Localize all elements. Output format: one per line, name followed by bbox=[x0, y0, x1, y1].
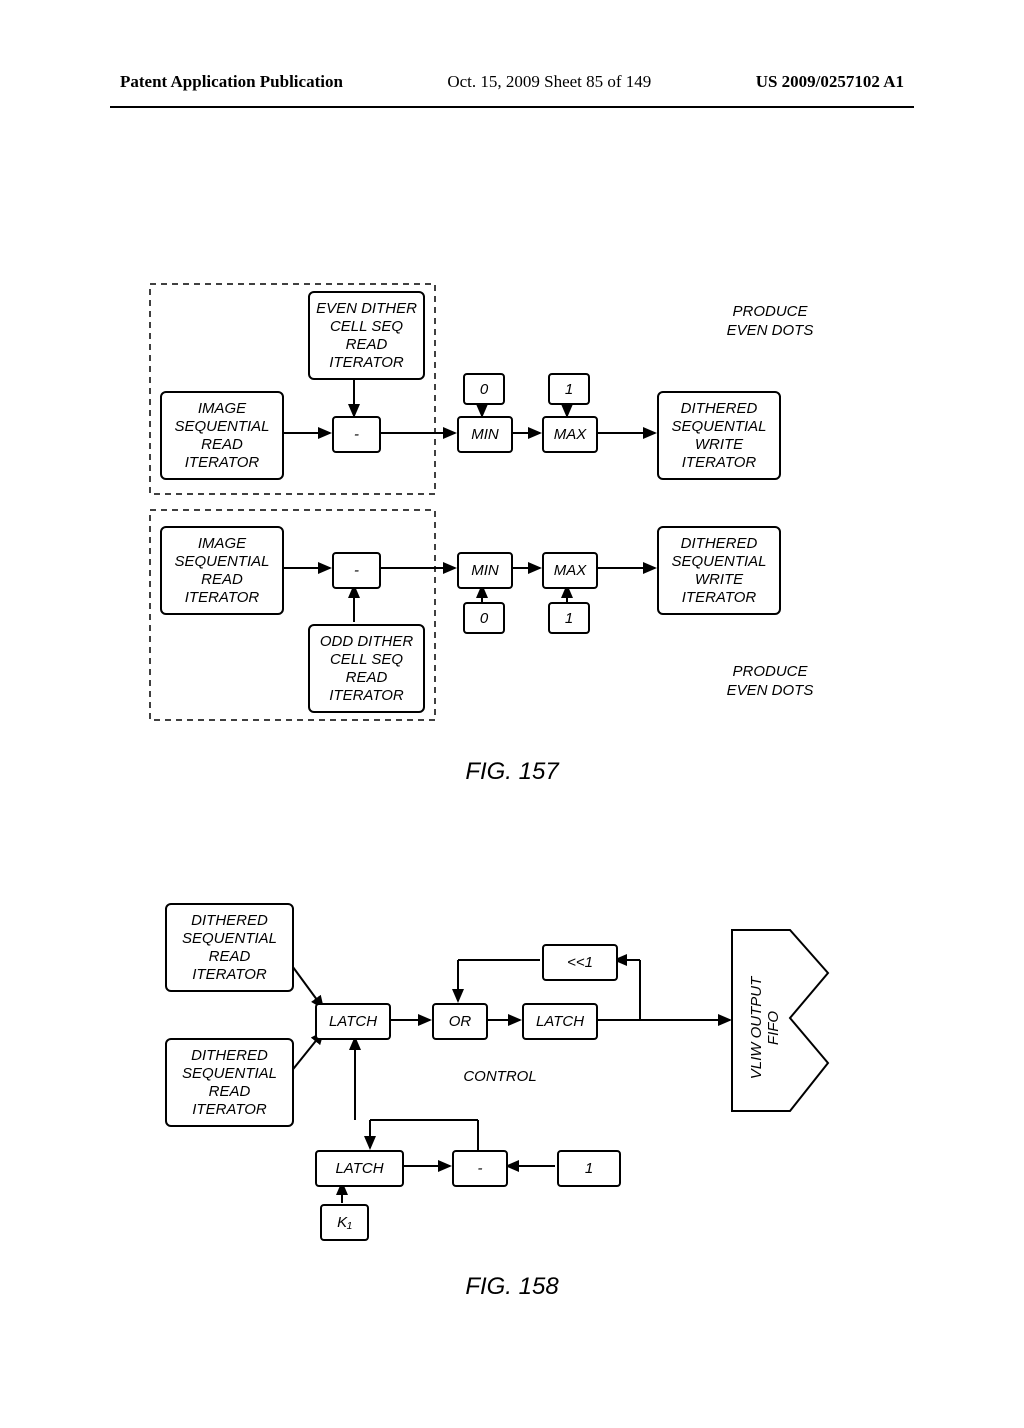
box-latch-2: LATCH bbox=[522, 1003, 598, 1040]
box-one-bot: 1 bbox=[548, 602, 590, 634]
box-image-iterator-bot: IMAGESEQUENTIALREADITERATOR bbox=[160, 526, 284, 615]
label-produce-even-top: PRODUCEEVEN DOTS bbox=[700, 303, 840, 341]
header-rule bbox=[110, 106, 914, 108]
header-publication: Patent Application Publication bbox=[120, 72, 343, 92]
fig157-caption: FIG. 157 bbox=[0, 758, 1024, 786]
fifo-label: VLIW OUTPUTFIFO bbox=[748, 968, 782, 1088]
box-one-158: 1 bbox=[557, 1150, 621, 1187]
box-k1: K₁ bbox=[320, 1204, 369, 1241]
box-odd-dither: ODD DITHERCELL SEQREADITERATOR bbox=[308, 624, 425, 713]
box-max-top: MAX bbox=[542, 416, 598, 453]
box-latch-3: LATCH bbox=[315, 1150, 404, 1187]
box-even-dither: EVEN DITHERCELL SEQREADITERATOR bbox=[308, 291, 425, 380]
box-one-top: 1 bbox=[548, 373, 590, 405]
box-sub-top: - bbox=[332, 416, 381, 453]
box-zero-top: 0 bbox=[463, 373, 505, 405]
header-sheet: Oct. 15, 2009 Sheet 85 of 149 bbox=[447, 72, 651, 92]
page-header: Patent Application Publication Oct. 15, … bbox=[0, 0, 1024, 102]
box-max-bot: MAX bbox=[542, 552, 598, 589]
label-produce-even-bot: PRODUCEEVEN DOTS bbox=[700, 663, 840, 701]
box-dithered-read-2: DITHEREDSEQUENTIALREADITERATOR bbox=[165, 1038, 294, 1127]
box-dithered-read-1: DITHEREDSEQUENTIALREADITERATOR bbox=[165, 903, 294, 992]
box-shift: <<1 bbox=[542, 944, 618, 981]
box-min-top: MIN bbox=[457, 416, 513, 453]
box-sub-158: - bbox=[452, 1150, 508, 1187]
box-latch-1: LATCH bbox=[315, 1003, 391, 1040]
fig158-caption: FIG. 158 bbox=[0, 1273, 1024, 1301]
label-control: CONTROL bbox=[440, 1068, 560, 1087]
box-dithered-write-top: DITHEREDSEQUENTIALWRITEITERATOR bbox=[657, 391, 781, 480]
box-sub-bot: - bbox=[332, 552, 381, 589]
box-image-iterator-top: IMAGESEQUENTIALREADITERATOR bbox=[160, 391, 284, 480]
box-dithered-write-bot: DITHEREDSEQUENTIALWRITEITERATOR bbox=[657, 526, 781, 615]
box-or: OR bbox=[432, 1003, 488, 1040]
box-zero-bot: 0 bbox=[463, 602, 505, 634]
box-min-bot: MIN bbox=[457, 552, 513, 589]
header-pubnumber: US 2009/0257102 A1 bbox=[756, 72, 904, 92]
